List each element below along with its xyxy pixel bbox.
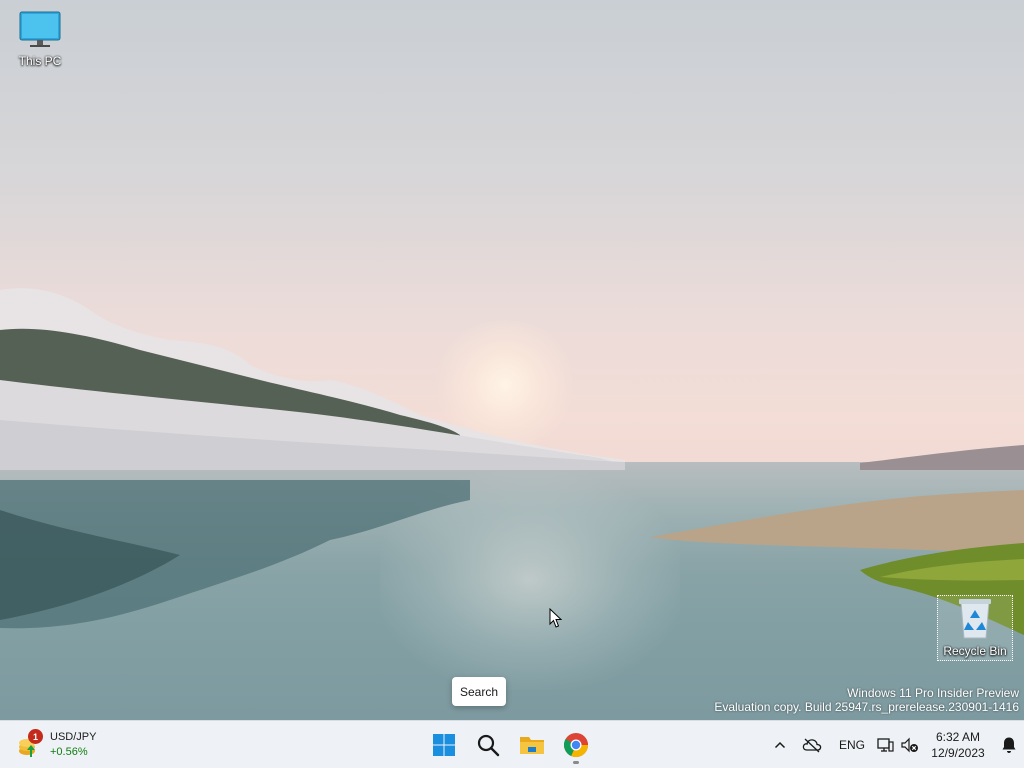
- search-button[interactable]: [468, 725, 508, 765]
- folder-icon: [520, 737, 544, 754]
- notification-badge: 1: [28, 729, 43, 744]
- input-language-button[interactable]: ENG: [832, 725, 872, 765]
- start-button[interactable]: [424, 725, 464, 765]
- snowy-hills: [0, 288, 625, 470]
- clock-time: 6:32 AM: [935, 730, 981, 744]
- currency-widget-icon: 1: [16, 729, 44, 759]
- windows-logo-icon: [433, 734, 455, 756]
- hill-reflection: [0, 480, 470, 629]
- desktop-wallpaper[interactable]: This PC Recycle Bin Windows 11 Pro Insid…: [0, 0, 1024, 720]
- widget-change: +0.56%: [50, 746, 88, 758]
- volume-muted-icon: [901, 737, 918, 753]
- clock-button[interactable]: 6:32 AM 12/9/2023: [922, 725, 994, 765]
- cloud-offline-icon: [802, 738, 822, 753]
- chrome-icon: [563, 733, 588, 758]
- show-hidden-icons-button[interactable]: [768, 725, 792, 765]
- chrome-button[interactable]: [556, 725, 596, 765]
- system-tray: ENG 6:32 AM 12/9/2023: [768, 721, 1024, 769]
- search-tooltip: Search: [452, 677, 506, 706]
- widget-title: USD/JPY: [50, 731, 97, 743]
- onedrive-button[interactable]: [792, 725, 832, 765]
- network-button[interactable]: [872, 725, 898, 765]
- file-explorer-button[interactable]: [512, 725, 552, 765]
- mouse-cursor-icon: [549, 608, 563, 628]
- taskbar: 1 USD/JPY +0.56% ENG 6:32 AM 12/9/2023: [0, 720, 1024, 768]
- far-hill: [860, 445, 1024, 470]
- notifications-button[interactable]: [994, 725, 1024, 765]
- os-watermark: Windows 11 Pro Insider Preview Evaluatio…: [714, 686, 1019, 714]
- watermark-line-2: Evaluation copy. Build 25947.rs_prerelea…: [714, 700, 1019, 714]
- desktop-icon-label: Recycle Bin: [943, 644, 1007, 658]
- volume-button[interactable]: [898, 725, 922, 765]
- search-icon: [477, 734, 500, 757]
- clock-date: 12/9/2023: [931, 746, 985, 760]
- bell-icon: [1002, 737, 1016, 753]
- monitor-icon: [19, 11, 61, 47]
- desktop-icon-label: This PC: [18, 54, 62, 68]
- desktop-icon-this-pc[interactable]: This PC: [10, 10, 70, 68]
- taskbar-apps: [424, 725, 596, 765]
- watermark-line-1: Windows 11 Pro Insider Preview: [847, 686, 1019, 700]
- widgets-button[interactable]: 1 USD/JPY +0.56%: [16, 727, 96, 763]
- recycle-bin-icon: [959, 599, 991, 639]
- chevron-up-icon: [774, 741, 786, 749]
- desktop-icon-recycle-bin[interactable]: Recycle Bin: [937, 595, 1013, 661]
- network-icon: [877, 738, 894, 752]
